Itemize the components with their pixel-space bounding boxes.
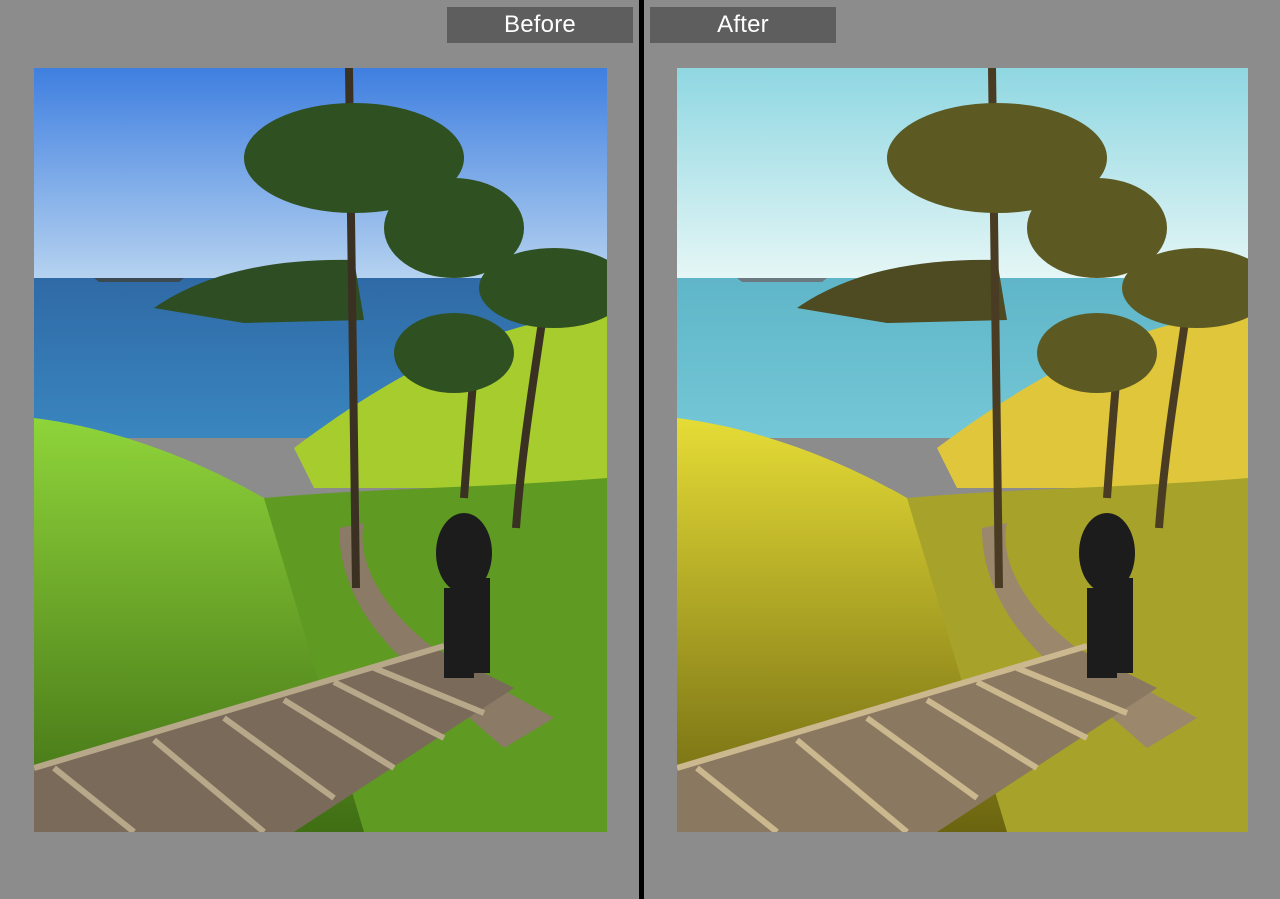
before-pane: Before	[0, 0, 639, 899]
after-photo-image	[677, 68, 1248, 832]
before-photo[interactable]	[34, 68, 607, 832]
before-label: Before	[447, 7, 633, 43]
before-after-compare-view: Before After	[0, 0, 1280, 899]
after-photo[interactable]	[677, 68, 1248, 832]
before-photo-image	[34, 68, 607, 832]
after-label: After	[650, 7, 836, 43]
after-pane: After	[644, 0, 1280, 899]
